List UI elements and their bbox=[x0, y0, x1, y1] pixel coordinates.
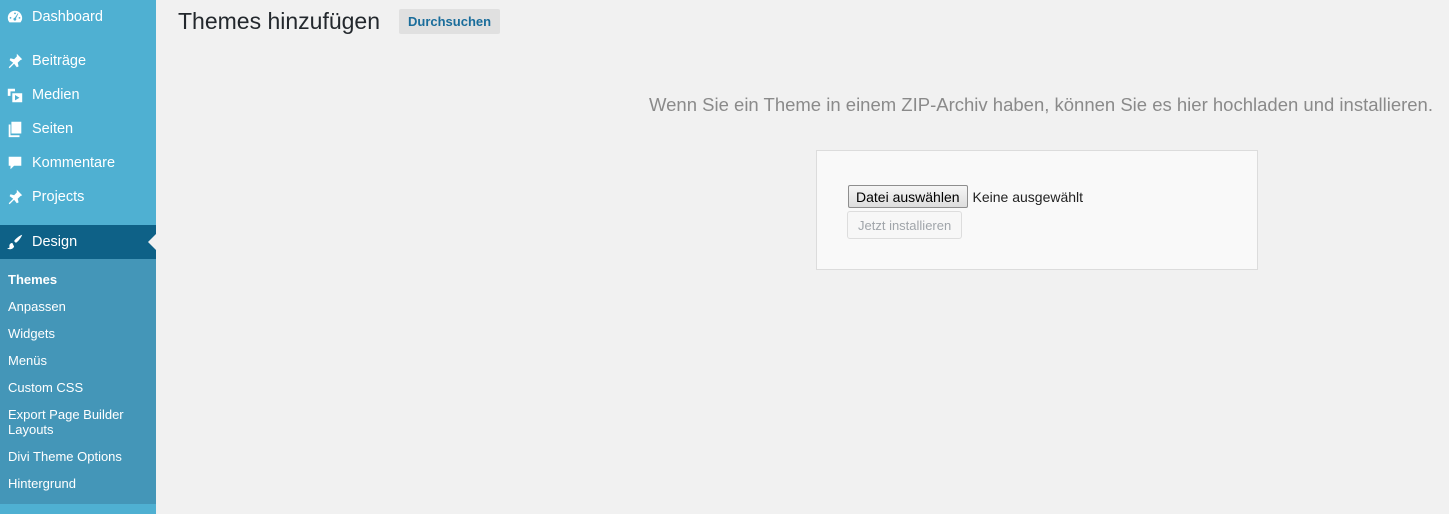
admin-sidebar: Dashboard Beiträge Medien Seiten Komment… bbox=[0, 0, 156, 514]
sidebar-item-label: Dashboard bbox=[32, 9, 103, 25]
sidebar-item-label: Seiten bbox=[32, 121, 74, 137]
sidebar-item-label: Beiträge bbox=[32, 53, 87, 69]
page-title: Themes hinzufügen bbox=[178, 8, 381, 34]
sidebar-item-label: Medien bbox=[32, 87, 80, 103]
no-file-selected-text: Keine ausgewählt bbox=[972, 188, 1084, 205]
browse-button[interactable]: Durchsuchen bbox=[399, 9, 501, 34]
submenu-item-export-page-builder-layouts[interactable]: Export Page Builder Layouts bbox=[8, 407, 150, 437]
current-menu-arrow bbox=[148, 234, 156, 250]
sidebar-item-design[interactable]: Design bbox=[0, 225, 156, 259]
sidebar-item-label: Design bbox=[32, 234, 78, 250]
install-now-button[interactable]: Jetzt installieren bbox=[847, 211, 963, 239]
comment-icon bbox=[5, 153, 25, 173]
sidebar-item-dashboard[interactable]: Dashboard bbox=[0, 0, 156, 34]
dashboard-icon bbox=[5, 7, 25, 27]
brush-icon bbox=[5, 232, 25, 252]
submenu-item-themes[interactable]: Themes bbox=[8, 272, 150, 287]
media-icon bbox=[5, 85, 25, 105]
design-submenu: Themes Anpassen Widgets Menüs Custom CSS… bbox=[0, 259, 156, 504]
choose-file-button[interactable]: Datei auswählen bbox=[848, 185, 968, 208]
submenu-item-hintergrund[interactable]: Hintergrund bbox=[8, 476, 150, 491]
upload-description: Wenn Sie ein Theme in einem ZIP-Archiv h… bbox=[649, 94, 1433, 115]
submenu-item-menus[interactable]: Menüs bbox=[8, 353, 150, 368]
sidebar-item-beitraege[interactable]: Beiträge bbox=[0, 44, 156, 78]
upload-form: Datei auswählen Keine ausgewählt Jetzt i… bbox=[816, 150, 1258, 270]
pin-icon bbox=[5, 187, 25, 207]
pin-icon bbox=[5, 51, 25, 71]
sidebar-item-medien[interactable]: Medien bbox=[0, 78, 156, 112]
submenu-item-divi-theme-options[interactable]: Divi Theme Options bbox=[8, 449, 150, 464]
sidebar-item-seiten[interactable]: Seiten bbox=[0, 112, 156, 146]
file-input: Datei auswählen Keine ausgewählt bbox=[848, 185, 1083, 208]
submenu-item-anpassen[interactable]: Anpassen bbox=[8, 299, 150, 314]
sidebar-item-label: Kommentare bbox=[32, 155, 116, 171]
sidebar-item-label: Projects bbox=[32, 189, 85, 205]
submenu-item-widgets[interactable]: Widgets bbox=[8, 326, 150, 341]
submenu-item-custom-css[interactable]: Custom CSS bbox=[8, 380, 150, 395]
sidebar-item-projects[interactable]: Projects bbox=[0, 180, 156, 214]
pages-icon bbox=[5, 119, 25, 139]
sidebar-item-kommentare[interactable]: Kommentare bbox=[0, 146, 156, 180]
